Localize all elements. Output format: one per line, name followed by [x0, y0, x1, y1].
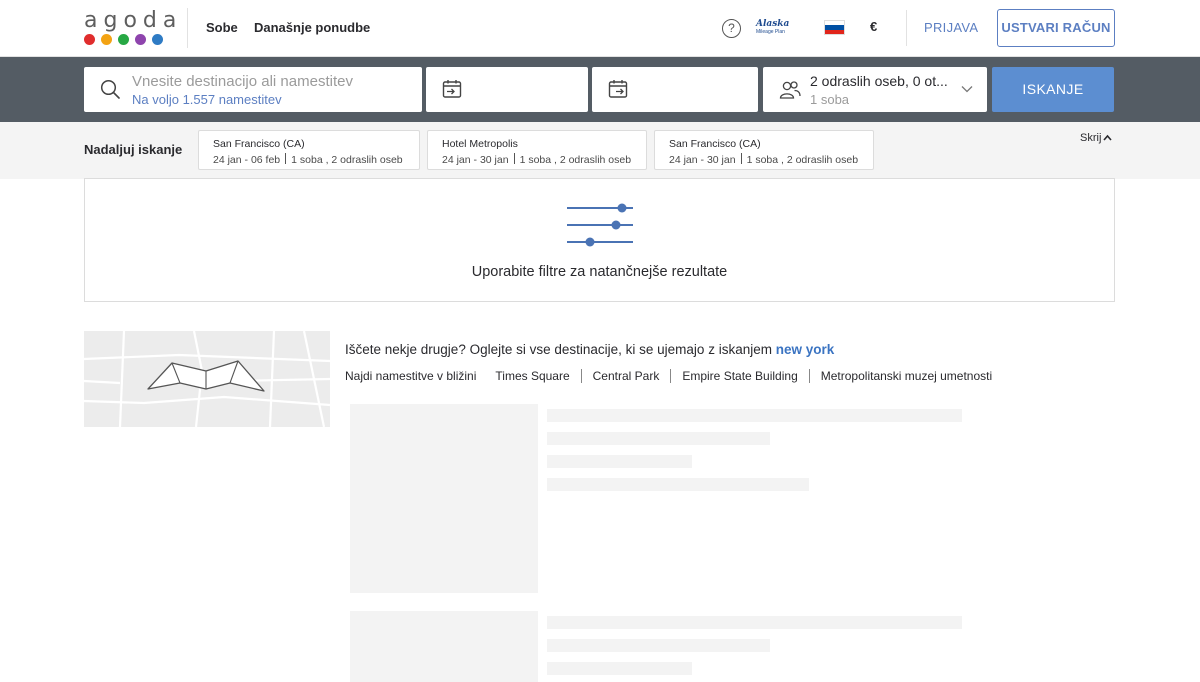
people-icon — [779, 81, 801, 99]
logo-dot-red — [84, 34, 95, 45]
nearby-place-link[interactable]: Empire State Building — [682, 369, 797, 383]
continue-search-label: Nadaljuj iskanje — [84, 142, 183, 157]
guests-selector[interactable]: 2 odraslih oseb, 0 ot... 1 soba — [763, 67, 987, 112]
recent-search-title: Hotel Metropolis — [442, 138, 518, 150]
loading-text-placeholder — [547, 616, 962, 629]
filters-message: Uporabite filtre za natančnejše rezultat… — [471, 264, 728, 280]
header-divider — [187, 8, 188, 48]
recent-search-details: 24 jan - 30 jan 1 soba , 2 odraslih oseb — [442, 153, 632, 166]
recent-search-title: San Francisco (CA) — [213, 138, 305, 150]
nearby-places-row: Najdi namestitve v bližini Times Square … — [345, 369, 992, 383]
logo-dot-purple — [135, 34, 146, 45]
top-header: agoda Sobe Današnje ponudbe ? Alaska Mil… — [0, 0, 1200, 57]
nearby-place-link[interactable]: Times Square — [495, 369, 569, 383]
partner-logo-text: Alaska — [756, 19, 790, 29]
destination-input[interactable]: Vnesite destinacijo ali namestitev Na vo… — [84, 67, 422, 112]
currency-selector[interactable]: € — [870, 19, 877, 34]
login-button[interactable]: PRIJAVA — [924, 20, 978, 35]
recent-search-details: 24 jan - 06 feb 1 soba , 2 odraslih oseb — [213, 153, 403, 166]
calendar-checkout-icon — [608, 80, 628, 98]
chevron-up-icon — [1103, 134, 1112, 141]
filters-panel[interactable]: Uporabite filtre za natančnejše rezultat… — [84, 178, 1115, 302]
search-button[interactable]: ISKANJE — [992, 67, 1114, 112]
nearby-label: Najdi namestitve v bližini — [345, 369, 477, 383]
other-destinations-prompt: Iščete nekje drugje? Oglejte si vse dest… — [345, 342, 835, 357]
hide-label: Skrij — [1080, 132, 1102, 144]
nearby-place-link[interactable]: Central Park — [593, 369, 660, 383]
logo-text: agoda — [84, 8, 183, 33]
header-divider-right — [906, 10, 907, 46]
loading-text-placeholder — [547, 432, 770, 445]
help-icon[interactable]: ? — [722, 19, 741, 38]
loading-image-placeholder — [350, 611, 538, 682]
chevron-down-icon — [961, 86, 973, 93]
loading-image-placeholder — [350, 404, 538, 593]
guests-summary: 2 odraslih oseb, 0 ot... — [810, 73, 948, 89]
sliders-icon — [567, 203, 633, 247]
loading-text-placeholder — [547, 662, 692, 675]
separator — [808, 369, 810, 383]
signup-button[interactable]: USTVARI RAČUN — [997, 9, 1115, 47]
rooms-summary: 1 soba — [810, 92, 850, 107]
loading-text-placeholder — [547, 478, 809, 491]
loading-text-placeholder — [547, 639, 770, 652]
alaska-mileage-logo[interactable]: Alaska Mileage Plan — [756, 19, 794, 39]
nav-todays-deals[interactable]: Današnje ponudbe — [254, 20, 370, 35]
hide-recent-searches-button[interactable]: Skrij — [1080, 132, 1112, 144]
map-thumbnail[interactable] — [84, 331, 330, 427]
search-bar: Vnesite destinacijo ali namestitev Na vo… — [0, 57, 1200, 122]
search-keyword-link[interactable]: new york — [776, 342, 835, 357]
separator — [580, 369, 582, 383]
logo-dot-orange — [101, 34, 112, 45]
slovenia-flag-icon[interactable] — [824, 20, 845, 35]
partner-logo-subtext: Mileage Plan — [756, 29, 785, 35]
nearby-place-link[interactable]: Metropolitanski muzej umetnosti — [821, 369, 992, 383]
continue-search-bar: Nadaljuj iskanje San Francisco (CA) 24 j… — [0, 122, 1200, 179]
loading-text-placeholder — [547, 409, 962, 422]
logo-dots — [84, 34, 163, 45]
loading-text-placeholder — [547, 455, 692, 468]
recent-search-card[interactable]: Hotel Metropolis 24 jan - 30 jan 1 soba ,… — [427, 130, 647, 170]
recent-search-card[interactable]: San Francisco (CA) 24 jan - 30 jan 1 soba… — [654, 130, 874, 170]
search-icon — [100, 79, 120, 99]
recent-search-title: San Francisco (CA) — [669, 138, 761, 150]
separator — [670, 369, 672, 383]
checkout-date-field[interactable] — [592, 67, 758, 112]
map-illustration — [84, 331, 330, 427]
destination-placeholder: Vnesite destinacijo ali namestitev — [132, 73, 353, 90]
logo-dot-blue — [152, 34, 163, 45]
checkin-date-field[interactable] — [426, 67, 588, 112]
available-count: Na voljo 1.557 namestitev — [132, 92, 282, 107]
agoda-logo[interactable]: agoda — [84, 8, 183, 46]
calendar-checkin-icon — [442, 80, 462, 98]
recent-search-card[interactable]: San Francisco (CA) 24 jan - 06 feb 1 soba… — [198, 130, 420, 170]
logo-dot-green — [118, 34, 129, 45]
recent-search-details: 24 jan - 30 jan 1 soba , 2 odraslih oseb — [669, 153, 859, 166]
nav-rooms[interactable]: Sobe — [206, 20, 238, 35]
